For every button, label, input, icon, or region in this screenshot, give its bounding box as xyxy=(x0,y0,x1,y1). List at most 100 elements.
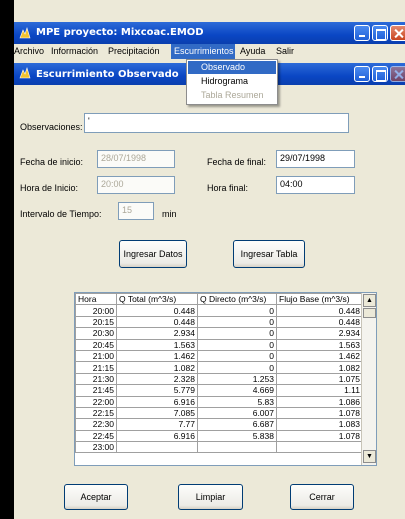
table-cell[interactable]: 22:45 xyxy=(75,429,117,443)
fecha-inicio-field[interactable]: 28/07/1998 xyxy=(97,150,175,168)
scroll-up-icon[interactable]: ▲ xyxy=(363,294,376,307)
table-cell[interactable]: 2.934 xyxy=(276,327,363,340)
fecha-inicio-label: Fecha de inicio: xyxy=(20,157,84,167)
menu-item-hidrograma[interactable]: Hidrograma xyxy=(188,75,276,88)
table-row[interactable]: 20:00 0.448 0 0.448 xyxy=(75,304,363,317)
table-scrollbar[interactable]: ▲ ▼ xyxy=(361,293,376,465)
table-cell[interactable]: 21:30 xyxy=(75,372,117,386)
table-cell[interactable] xyxy=(276,441,363,454)
table-cell[interactable]: 1.462 xyxy=(116,349,198,363)
table-cell[interactable]: 1.078 xyxy=(276,429,363,443)
table-row[interactable]: 22:30 7.77 6.687 1.083 xyxy=(75,418,363,431)
child-maximize-icon[interactable] xyxy=(372,66,388,82)
table-row[interactable]: 21:00 1.462 0 1.462 xyxy=(75,349,363,363)
fecha-final-field[interactable]: 29/07/1998 xyxy=(276,150,355,168)
table-row[interactable]: 21:15 1.082 0 1.082 xyxy=(75,361,363,374)
menu-item-observado[interactable]: Observado xyxy=(188,61,276,74)
intervalo-unit: min xyxy=(162,209,177,219)
table-cell[interactable]: 0.448 xyxy=(276,315,363,329)
table-cell[interactable]: 1.253 xyxy=(197,372,277,386)
scroll-down-icon[interactable]: ▼ xyxy=(363,450,376,463)
cerrar-button[interactable]: Cerrar xyxy=(290,484,354,510)
table-cell[interactable]: 20:45 xyxy=(75,338,117,351)
menu-archivo[interactable]: Archivo xyxy=(14,46,44,56)
table-cell[interactable]: 0.448 xyxy=(116,304,198,317)
table-cell[interactable]: 5.838 xyxy=(197,429,277,443)
main-title-bar[interactable]: MPE proyecto: Mixcoac.EMOD xyxy=(14,22,405,44)
table-cell[interactable]: 22:00 xyxy=(75,395,117,408)
hora-final-field[interactable]: 04:00 xyxy=(276,176,355,194)
table-row[interactable]: 23:00 xyxy=(75,441,363,454)
table-cell[interactable]: 7.085 xyxy=(116,406,198,420)
maximize-icon[interactable] xyxy=(372,25,388,41)
ingresar-tabla-button[interactable]: Ingresar Tabla xyxy=(233,240,305,268)
table-row[interactable]: 20:45 1.563 0 1.563 xyxy=(75,338,363,351)
child-minimize-icon[interactable] xyxy=(354,66,370,82)
table-cell[interactable]: 0 xyxy=(197,304,277,317)
menu-ayuda[interactable]: Ayuda xyxy=(240,46,265,56)
table-cell[interactable]: 1.078 xyxy=(276,406,363,420)
table-row[interactable]: 21:45 5.779 4.669 1.11 xyxy=(75,384,363,397)
table-cell[interactable]: 0.448 xyxy=(276,304,363,317)
table-cell[interactable]: 22:15 xyxy=(75,406,117,420)
table-cell[interactable]: 6.007 xyxy=(197,406,277,420)
table-cell[interactable]: 4.669 xyxy=(197,384,277,397)
table-cell[interactable]: 20:30 xyxy=(75,327,117,340)
table-cell[interactable]: 5.83 xyxy=(197,395,277,408)
table-cell[interactable]: 2.328 xyxy=(116,372,198,386)
hora-inicio-field[interactable]: 20:00 xyxy=(97,176,175,194)
menu-precipitacion[interactable]: Precipitación xyxy=(108,46,160,56)
table-cell[interactable]: 0 xyxy=(197,338,277,351)
table-row[interactable]: 20:30 2.934 0 2.934 xyxy=(75,327,363,340)
observaciones-field[interactable]: ' xyxy=(84,113,349,133)
table-cell[interactable]: 23:00 xyxy=(75,441,117,454)
intervalo-field[interactable]: 15 xyxy=(118,202,154,220)
table-cell[interactable]: 1.462 xyxy=(276,349,363,363)
table-row[interactable]: 22:00 6.916 5.83 1.086 xyxy=(75,395,363,408)
aceptar-button[interactable]: Aceptar xyxy=(64,484,128,510)
table-cell[interactable]: 1.086 xyxy=(276,395,363,408)
flow-table[interactable]: Hora Q Total (m^3/s) Q Directo (m^3/s) F… xyxy=(74,292,377,466)
menu-salir[interactable]: Salir xyxy=(276,46,294,56)
table-cell[interactable]: 22:30 xyxy=(75,418,117,431)
table-cell[interactable]: 20:00 xyxy=(75,304,117,317)
table-cell[interactable]: 1.563 xyxy=(276,338,363,351)
table-cell[interactable]: 1.083 xyxy=(276,418,363,431)
close-icon[interactable] xyxy=(390,25,405,41)
scroll-thumb[interactable] xyxy=(363,308,376,318)
ingresar-datos-button[interactable]: Ingresar Datos xyxy=(119,240,187,268)
table-cell[interactable]: 0 xyxy=(197,349,277,363)
table-row[interactable]: 21:30 2.328 1.253 1.075 xyxy=(75,372,363,386)
table-cell[interactable]: 21:15 xyxy=(75,361,117,374)
table-cell[interactable]: 6.916 xyxy=(116,429,198,443)
table-row[interactable]: 22:15 7.085 6.007 1.078 xyxy=(75,406,363,420)
table-cell[interactable]: 1.563 xyxy=(116,338,198,351)
menu-escurrimientos[interactable]: Escurrimientos xyxy=(171,44,235,59)
table-cell[interactable] xyxy=(197,441,277,454)
table-cell[interactable]: 21:45 xyxy=(75,384,117,397)
table-cell[interactable]: 1.082 xyxy=(116,361,198,374)
column-header-flujo-base: Flujo Base (m^3/s) xyxy=(276,293,363,306)
minimize-icon[interactable] xyxy=(354,25,370,41)
table-cell[interactable]: 21:00 xyxy=(75,349,117,363)
table-cell[interactable]: 1.075 xyxy=(276,372,363,386)
table-cell[interactable]: 7.77 xyxy=(116,418,198,431)
table-row[interactable]: 20:15 0.448 0 0.448 xyxy=(75,315,363,329)
table-cell[interactable]: 0 xyxy=(197,361,277,374)
table-cell[interactable]: 2.934 xyxy=(116,327,198,340)
main-window: MPE proyecto: Mixcoac.EMOD Archivo Infor… xyxy=(14,0,405,519)
child-close-icon[interactable] xyxy=(390,66,405,82)
table-cell[interactable]: 1.082 xyxy=(276,361,363,374)
table-cell[interactable]: 20:15 xyxy=(75,315,117,329)
table-cell[interactable] xyxy=(116,441,198,454)
table-cell[interactable]: 0 xyxy=(197,327,277,340)
table-cell[interactable]: 0.448 xyxy=(116,315,198,329)
table-cell[interactable]: 6.916 xyxy=(116,395,198,408)
menu-informacion[interactable]: Información xyxy=(51,46,98,56)
table-cell[interactable]: 0 xyxy=(197,315,277,329)
table-cell[interactable]: 6.687 xyxy=(197,418,277,431)
limpiar-button[interactable]: Limpiar xyxy=(178,484,243,510)
table-row[interactable]: 22:45 6.916 5.838 1.078 xyxy=(75,429,363,443)
table-cell[interactable]: 1.11 xyxy=(276,384,363,397)
table-cell[interactable]: 5.779 xyxy=(116,384,198,397)
